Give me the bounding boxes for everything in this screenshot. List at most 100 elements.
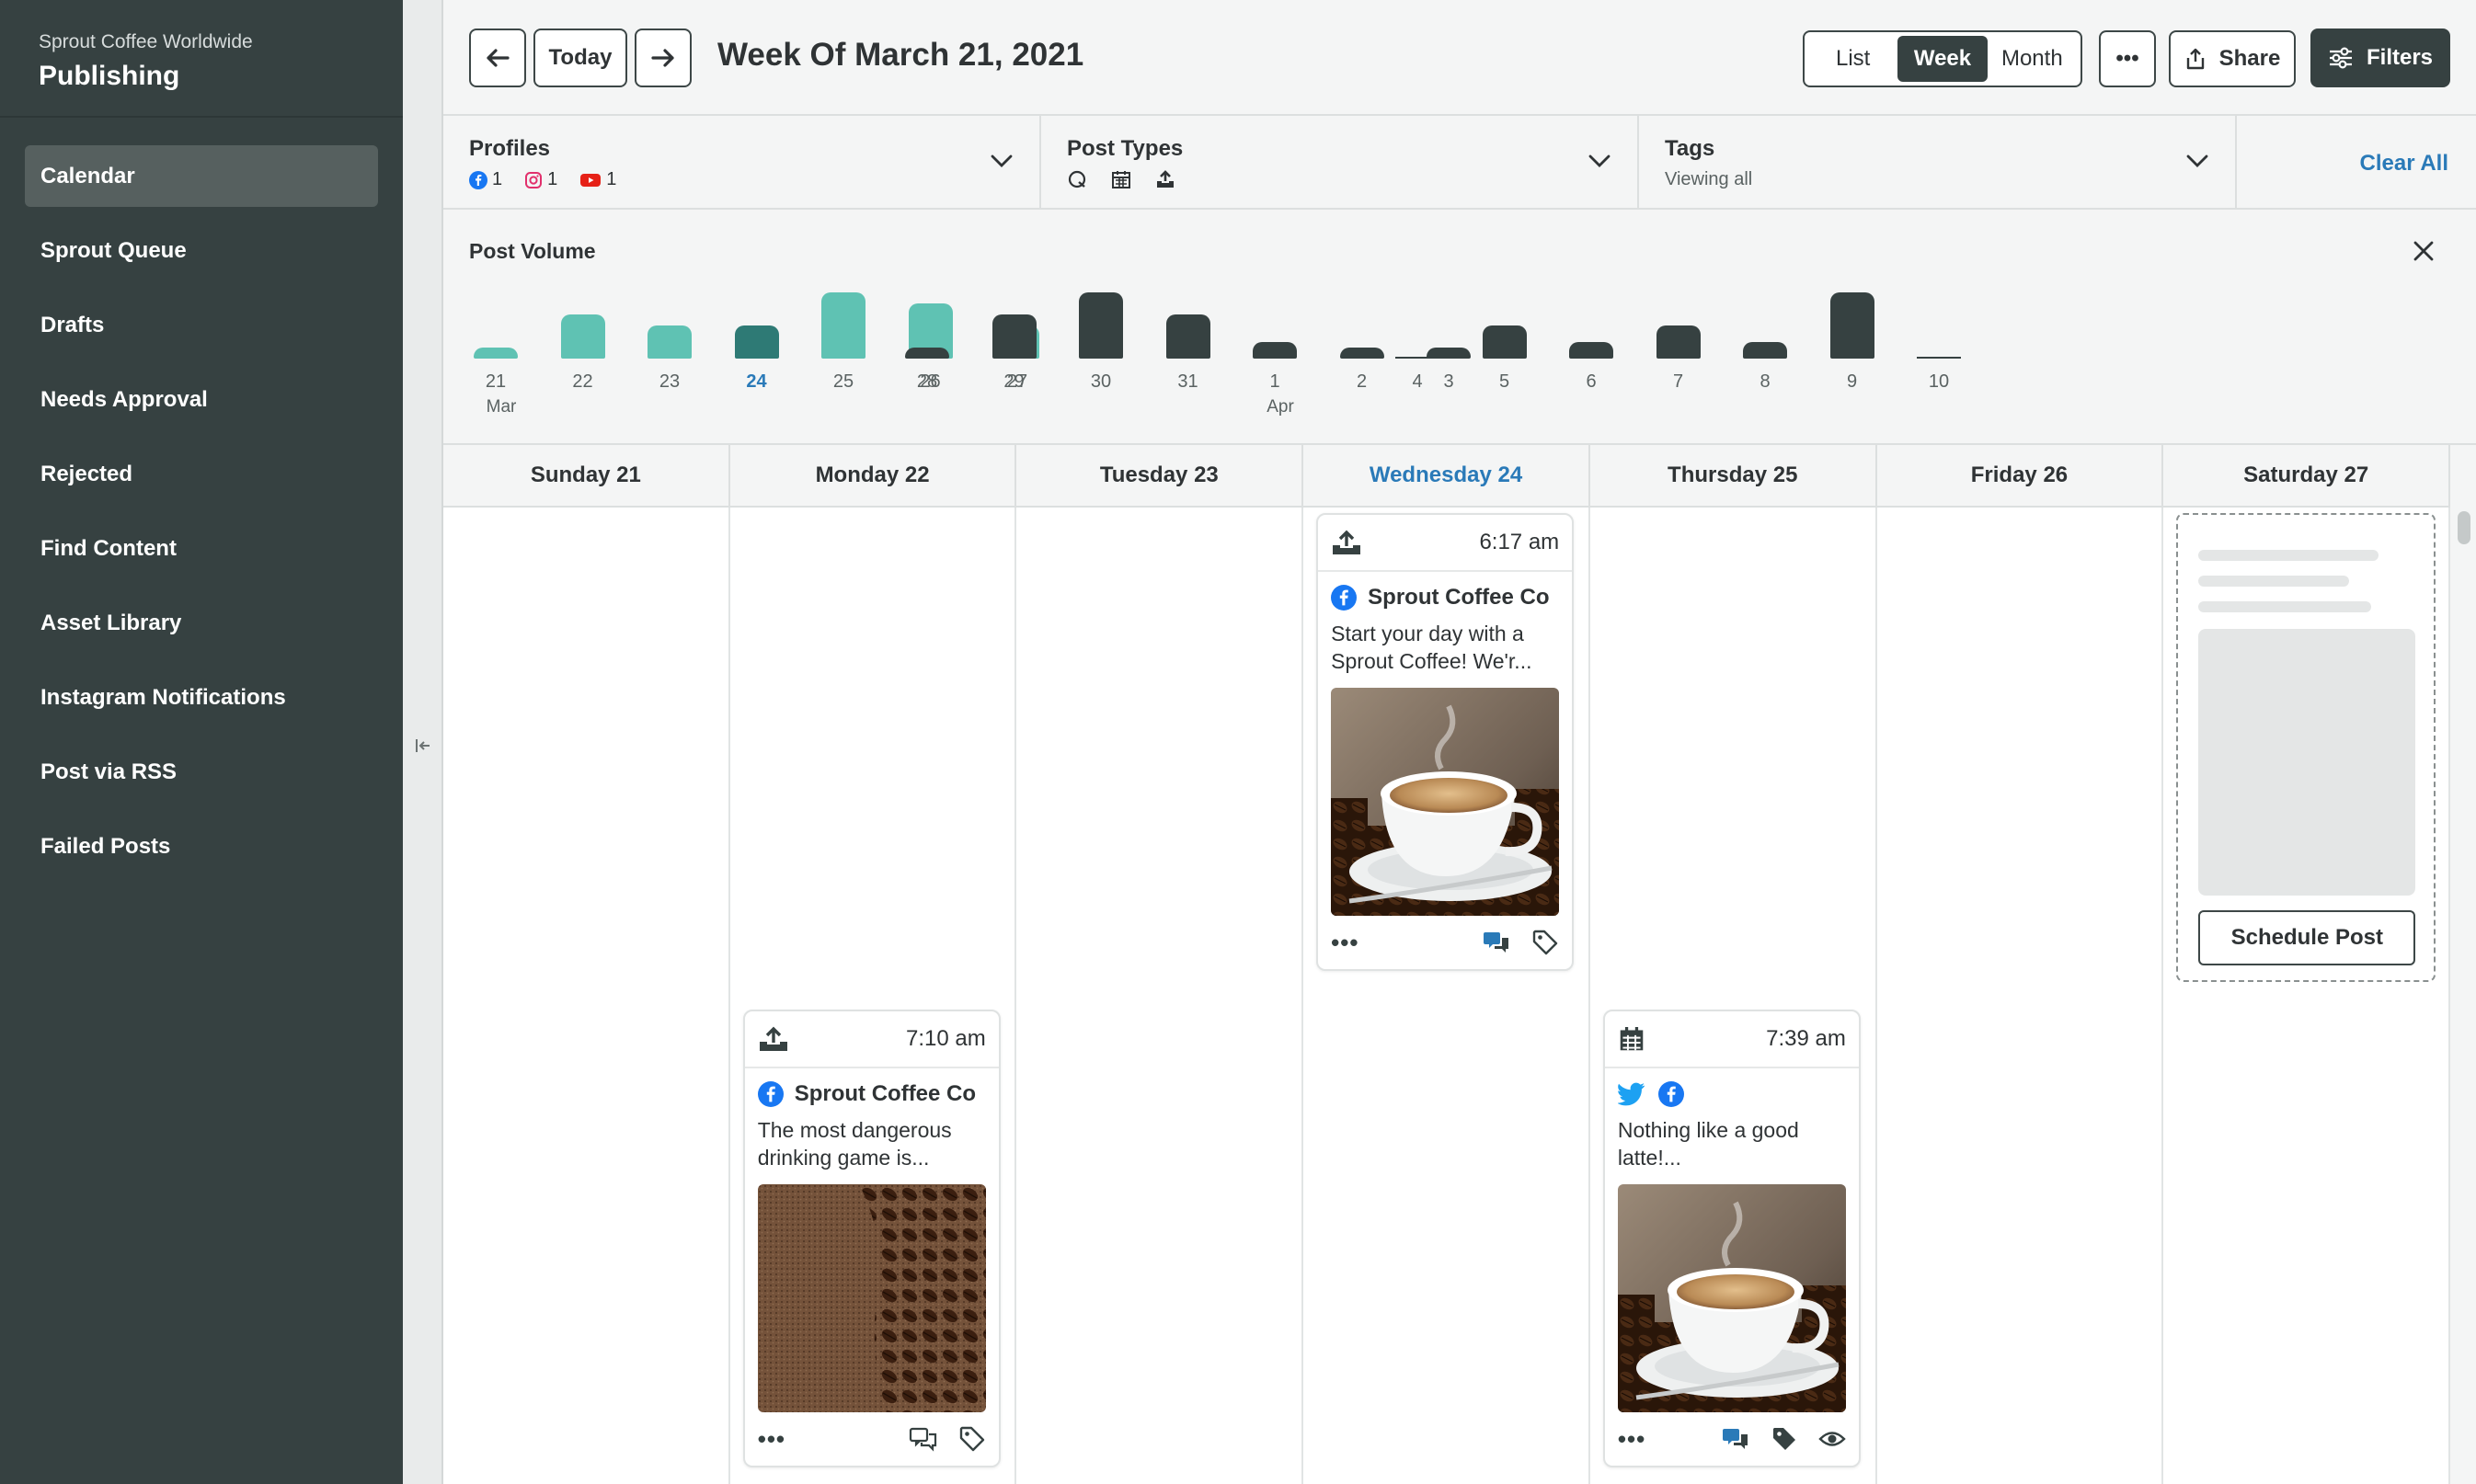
- post-more-button[interactable]: •••: [1618, 1425, 1645, 1454]
- day-headers: Sunday 21 Monday 22 Tuesday 23 Wednesday…: [443, 445, 2451, 508]
- volume-bar-25[interactable]: [821, 292, 865, 359]
- sidebar: Sprout Coffee Worldwide Publishing Calen…: [0, 0, 403, 1484]
- youtube-count-value: 1: [606, 169, 617, 189]
- tag-icon[interactable]: [958, 1425, 986, 1453]
- comments-icon[interactable]: [909, 1426, 938, 1452]
- calendar-icon: [1620, 1027, 1644, 1051]
- day-column-friday[interactable]: [1877, 508, 2164, 1484]
- comments-filled-icon[interactable]: [1721, 1426, 1750, 1452]
- calendar-header: Today Week Of March 21, 2021 List Week M…: [443, 0, 2476, 116]
- volume-bar-1[interactable]: [1253, 342, 1297, 359]
- volume-bar-23[interactable]: [648, 325, 692, 359]
- volume-tick-label: 7: [1672, 371, 1684, 392]
- view-week-tab[interactable]: Week: [1897, 36, 1988, 82]
- collapse-sidebar-icon[interactable]: [412, 736, 434, 758]
- post-text: Start your day with a Sprout Coffee! We'…: [1318, 611, 1572, 675]
- post-card-monday[interactable]: 7:10 am Sprout Coffee Co The most danger…: [742, 1010, 1001, 1467]
- volume-bar-7[interactable]: [1656, 325, 1701, 359]
- sidebar-item-instagram-notifications[interactable]: Instagram Notifications: [25, 667, 378, 728]
- share-button[interactable]: Share: [2169, 30, 2296, 87]
- share-label: Share: [2218, 46, 2281, 71]
- tag-icon[interactable]: [1531, 929, 1559, 956]
- volume-bar-2[interactable]: [1339, 348, 1384, 359]
- volume-bar-10[interactable]: [1917, 357, 1961, 359]
- card-header: 7:39 am: [1604, 1011, 1859, 1068]
- volume-tick-label: 28: [916, 371, 938, 392]
- week-grid: 7:10 am Sprout Coffee Co The most danger…: [443, 508, 2451, 1484]
- sidebar-item-failed-posts[interactable]: Failed Posts: [25, 816, 378, 877]
- sidebar-item-find-content[interactable]: Find Content: [25, 518, 378, 579]
- volume-bar-4[interactable]: [1395, 357, 1439, 359]
- post-text-line-1: Nothing like a good: [1617, 1118, 1799, 1142]
- profiles-filter[interactable]: Profiles 1 1 1: [443, 116, 1041, 208]
- view-list-tab[interactable]: List: [1808, 36, 1897, 82]
- volume-bar-28[interactable]: [905, 348, 949, 359]
- clear-all-link[interactable]: Clear All: [2360, 151, 2448, 177]
- close-icon[interactable]: [2410, 237, 2437, 265]
- volume-bar-21[interactable]: [474, 348, 518, 359]
- day-header-friday: Friday 26: [1877, 445, 2164, 506]
- post-text: The most dangerous drinking game is...: [745, 1107, 999, 1171]
- post-image-coffee-cup: [1331, 688, 1560, 916]
- tags-filter-title: Tags: [1665, 136, 1715, 161]
- calendar-icon: [1112, 171, 1130, 188]
- volume-tick-label: 22: [572, 371, 593, 392]
- volume-tick-label: 9: [1846, 371, 1858, 392]
- post-more-button[interactable]: •••: [1331, 929, 1358, 957]
- prev-week-button[interactable]: [469, 29, 526, 87]
- more-options-button[interactable]: •••: [2099, 30, 2156, 87]
- volume-bar-31[interactable]: [1165, 314, 1210, 359]
- day-column-monday[interactable]: 7:10 am Sprout Coffee Co The most danger…: [730, 508, 1017, 1484]
- day-header-sunday: Sunday 21: [443, 445, 730, 506]
- sidebar-item-drafts[interactable]: Drafts: [25, 294, 378, 356]
- week-title: Week Of March 21, 2021: [717, 37, 1084, 73]
- today-button[interactable]: Today: [533, 29, 627, 87]
- eye-icon[interactable]: [1818, 1429, 1846, 1449]
- post-text: Nothing like a good latte!...: [1605, 1107, 1859, 1171]
- volume-bar-29[interactable]: [992, 314, 1037, 359]
- tags-filter[interactable]: Tags Viewing all: [1639, 116, 2237, 208]
- post-text-line-1: Start your day with a: [1331, 622, 1524, 645]
- volume-tick-label: 2: [1356, 371, 1368, 392]
- card-header: 7:10 am: [744, 1011, 999, 1068]
- post-image-coffee-beans: [757, 1184, 986, 1412]
- volume-tick-label: 21: [485, 371, 507, 392]
- schedule-post-button[interactable]: Schedule Post: [2198, 910, 2416, 965]
- post-types-filter[interactable]: Post Types: [1041, 116, 1639, 208]
- volume-tick-label: 6: [1586, 371, 1597, 392]
- volume-tick-label: 31: [1177, 371, 1198, 392]
- volume-bar-5[interactable]: [1482, 325, 1527, 359]
- sidebar-item-asset-library[interactable]: Asset Library: [25, 592, 378, 654]
- day-column-thursday[interactable]: 7:39 am Nothing like a good latte!... ••…: [1590, 508, 1877, 1484]
- sidebar-item-rejected[interactable]: Rejected: [25, 443, 378, 505]
- vertical-scrollbar[interactable]: [2458, 511, 2470, 544]
- volume-bar-9[interactable]: [1829, 292, 1874, 359]
- chevron-down-icon: [1588, 154, 1611, 167]
- volume-bar-30[interactable]: [1079, 292, 1123, 359]
- org-name: Sprout Coffee Worldwide: [39, 31, 253, 52]
- post-text-line-2: drinking game is...: [757, 1146, 930, 1170]
- volume-bar-22[interactable]: [560, 314, 605, 359]
- filters-button[interactable]: Filters: [2310, 29, 2450, 87]
- view-month-tab[interactable]: Month: [1988, 36, 2077, 82]
- sidebar-item-post-via-rss[interactable]: Post via RSS: [25, 741, 378, 803]
- sidebar-item-needs-approval[interactable]: Needs Approval: [25, 369, 378, 430]
- next-week-button[interactable]: [635, 29, 692, 87]
- comments-filled-icon[interactable]: [1482, 930, 1511, 955]
- post-card-wednesday[interactable]: 6:17 am Sprout Coffee Co Start your day …: [1316, 513, 1575, 971]
- post-card-thursday[interactable]: 7:39 am Nothing like a good latte!... ••…: [1602, 1010, 1861, 1467]
- sidebar-item-calendar[interactable]: Calendar: [25, 145, 378, 207]
- day-column-tuesday[interactable]: [1016, 508, 1304, 1484]
- day-column-saturday[interactable]: Schedule Post: [2163, 508, 2451, 1484]
- post-more-button[interactable]: •••: [758, 1425, 785, 1454]
- day-header-monday: Monday 22: [730, 445, 1017, 506]
- day-column-sunday[interactable]: [443, 508, 730, 1484]
- volume-bar-8[interactable]: [1743, 342, 1787, 359]
- tag-filled-icon[interactable]: [1771, 1425, 1798, 1453]
- day-column-wednesday[interactable]: 6:17 am Sprout Coffee Co Start your day …: [1303, 508, 1590, 1484]
- volume-tick-label: 30: [1090, 371, 1112, 392]
- volume-bar-24[interactable]: [734, 325, 779, 359]
- sidebar-item-sprout-queue[interactable]: Sprout Queue: [25, 220, 378, 281]
- volume-bar-6[interactable]: [1569, 342, 1613, 359]
- day-header-thursday: Thursday 25: [1590, 445, 1877, 506]
